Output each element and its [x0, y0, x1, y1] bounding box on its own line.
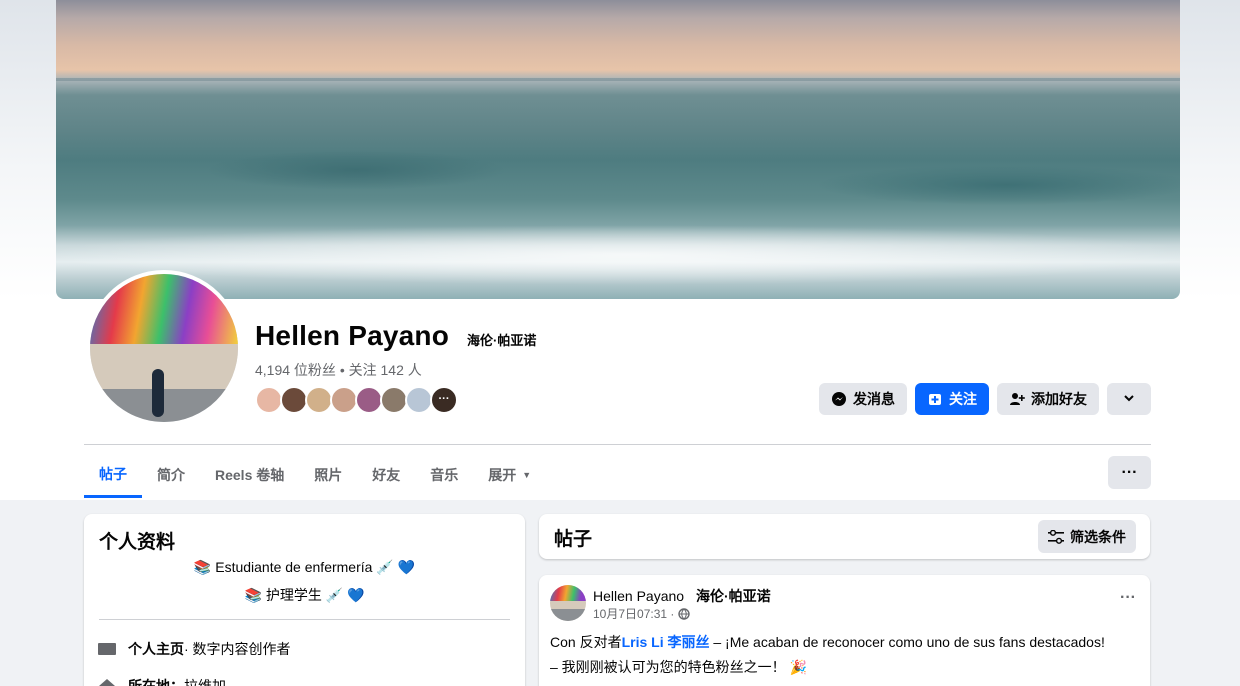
- posts-header-card: 帖子 筛选条件: [539, 514, 1150, 559]
- messenger-icon: [831, 391, 847, 407]
- tab-about[interactable]: 简介: [142, 452, 200, 498]
- post-author: Hellen Payano 海伦·帕亚诺: [593, 586, 771, 606]
- chevron-down-icon: [1122, 391, 1136, 408]
- profile-stats[interactable]: 4,194 位粉丝 • 关注 142 人: [255, 360, 422, 380]
- cover-wave: [206, 150, 506, 190]
- filter-button-label: 筛选条件: [1070, 528, 1126, 545]
- follow-button-label: 关注: [949, 391, 977, 407]
- post-meta: 10月7日07:31 ·: [593, 605, 691, 622]
- post-timestamp[interactable]: 10月7日07:31 ·: [593, 605, 674, 622]
- profile-name-row: Hellen Payano 海伦·帕亚诺: [255, 320, 536, 352]
- info-row-label: 个人主页: [128, 641, 184, 657]
- more-friends-icon[interactable]: ···: [430, 386, 458, 414]
- tab-photos[interactable]: 照片: [299, 452, 357, 498]
- tabs-overflow-button[interactable]: ···: [1108, 456, 1151, 489]
- add-friend-icon: [1009, 391, 1025, 407]
- tab-posts[interactable]: 帖子: [84, 452, 142, 498]
- bio-line: 📚 护理学生 💉 💙: [244, 587, 365, 603]
- mutual-friends-row: ···: [255, 386, 458, 414]
- flag-icon: [98, 640, 118, 658]
- tab-music[interactable]: 音乐: [415, 452, 473, 498]
- friend-avatar[interactable]: [305, 386, 333, 414]
- avatar-street: [90, 389, 238, 422]
- tab-reels[interactable]: Reels 卷轴: [200, 452, 299, 498]
- bio-line: 📚 Estudiante de enfermería 💉 💙: [193, 559, 416, 575]
- info-row-page: 个人主页 · 数字内容创作者: [98, 639, 291, 659]
- profile-name: Hellen Payano: [255, 320, 450, 351]
- header-divider: [84, 444, 1151, 445]
- friend-avatar[interactable]: [280, 386, 308, 414]
- caret-down-icon: ▼: [522, 470, 532, 480]
- posts-title: 帖子: [554, 529, 593, 550]
- intro-divider: [99, 619, 510, 620]
- location-icon: [98, 677, 118, 686]
- add-friend-button-label: 添加好友: [1031, 391, 1087, 407]
- info-row-location: 所在地： 拉维加: [98, 676, 226, 686]
- mention-link[interactable]: Lris Li: [622, 634, 664, 650]
- tab-friends[interactable]: 好友: [357, 452, 415, 498]
- info-row-value[interactable]: 拉维加: [184, 676, 226, 686]
- post-card: Hellen Payano 海伦·帕亚诺 10月7日07:31 · ··· Co…: [539, 575, 1150, 686]
- post-text-prefix: Con 反对者: [550, 634, 622, 650]
- intro-card: 个人资料 📚 Estudiante de enfermería 💉 💙 📚 护理…: [84, 514, 525, 686]
- more-actions-button[interactable]: [1107, 383, 1151, 415]
- post-text: Con 反对者Lris Li 李丽丝 – ¡Me acaban de recon…: [550, 630, 1140, 680]
- mention-link[interactable]: 李丽丝: [667, 634, 709, 650]
- cover-wave: [816, 165, 1180, 205]
- info-row-label: 所在地：: [128, 678, 184, 686]
- post-options-button[interactable]: ···: [1120, 589, 1136, 607]
- avatar-street: [550, 609, 586, 621]
- message-button[interactable]: 发消息: [819, 383, 907, 415]
- globe-icon: [678, 607, 691, 620]
- cover-horizon: [56, 78, 1180, 81]
- filter-sliders-icon: [1048, 529, 1064, 544]
- add-friend-button[interactable]: 添加好友: [997, 383, 1099, 415]
- tab-more-label: 展开: [488, 467, 517, 483]
- friend-avatar[interactable]: [330, 386, 358, 414]
- profile-tabs: 帖子 简介 Reels 卷轴 照片 好友 音乐 展开 ▼: [84, 452, 546, 500]
- post-author-avatar[interactable]: [550, 585, 586, 621]
- avatar-canopy: [90, 274, 238, 344]
- friend-avatar[interactable]: [405, 386, 433, 414]
- message-button-label: 发消息: [853, 391, 895, 407]
- friend-avatar[interactable]: [380, 386, 408, 414]
- friend-avatar[interactable]: [355, 386, 383, 414]
- friend-avatar[interactable]: [255, 386, 283, 414]
- avatar-person: [152, 369, 164, 417]
- tab-more[interactable]: 展开 ▼: [473, 452, 546, 498]
- intro-title: 个人资料: [99, 532, 176, 553]
- post-text-line: Con 反对者Lris Li 李丽丝 – ¡Me acaban de recon…: [550, 630, 1140, 655]
- post-author-alt-name: 海伦·帕亚诺: [695, 588, 771, 604]
- cover-photo[interactable]: [56, 0, 1180, 299]
- post-text-suffix: – ¡Me acaban de reconocer como uno de su…: [709, 634, 1105, 650]
- filter-button[interactable]: 筛选条件: [1038, 520, 1136, 553]
- profile-avatar[interactable]: [86, 270, 242, 426]
- profile-alt-name: 海伦·帕亚诺: [467, 333, 537, 348]
- info-row-value: · 数字内容创作者: [184, 641, 291, 657]
- follow-button[interactable]: 关注: [915, 383, 989, 415]
- post-text-line: – 我刚刚被认可为您的特色粉丝之一！ 🎉: [550, 659, 807, 675]
- follow-icon: [927, 391, 943, 407]
- profile-actions: 发消息 关注 添加好友: [819, 383, 1151, 415]
- avatar-canopy: [550, 585, 586, 601]
- post-author-name[interactable]: Hellen Payano: [593, 588, 684, 604]
